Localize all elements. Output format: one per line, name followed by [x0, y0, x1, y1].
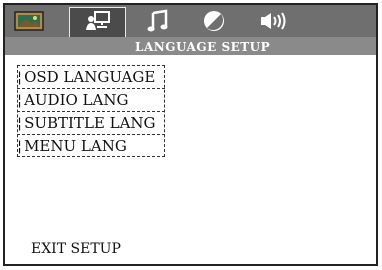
menu-item-label: MENU LANG — [24, 136, 127, 155]
exit-setup-button[interactable]: EXIT SETUP — [31, 241, 121, 257]
contrast-icon — [204, 11, 224, 31]
tab-picture[interactable] — [12, 8, 46, 34]
tab-speaker[interactable] — [258, 8, 288, 34]
menu-divider — [17, 88, 165, 89]
menu-item-menu-lang[interactable]: ¦ MENU LANG — [17, 136, 161, 155]
menu-divider — [17, 134, 165, 135]
menu-item-osd-language[interactable]: ¦ OSD LANGUAGE — [17, 67, 161, 86]
menu-item-label: SUBTITLE LANG — [24, 113, 156, 132]
menu-item-audio-lang[interactable]: ¦ AUDIO LANG — [17, 90, 161, 109]
menu-item-label: OSD LANGUAGE — [24, 67, 156, 86]
cursor-bar: ¦ — [17, 90, 23, 109]
language-setup-icon — [85, 11, 110, 30]
music-note-icon — [147, 9, 168, 32]
setup-window: LANGUAGE SETUP ¦ OSD LANGUAGE ¦ AUDIO LA… — [3, 3, 378, 266]
tab-video[interactable] — [199, 8, 229, 34]
icon-toolbar — [5, 5, 376, 37]
picture-icon — [14, 11, 44, 31]
speaker-icon — [261, 12, 286, 30]
tab-audio[interactable] — [143, 8, 173, 34]
cursor-bar: ¦ — [17, 67, 23, 86]
cursor-bar: ¦ — [17, 113, 23, 132]
menu-item-subtitle-lang[interactable]: ¦ SUBTITLE LANG — [17, 113, 161, 132]
cursor-bar: ¦ — [17, 136, 23, 155]
menu-item-label: AUDIO LANG — [24, 90, 129, 109]
menu-divider — [17, 111, 165, 112]
page-title: LANGUAGE SETUP — [135, 40, 271, 54]
